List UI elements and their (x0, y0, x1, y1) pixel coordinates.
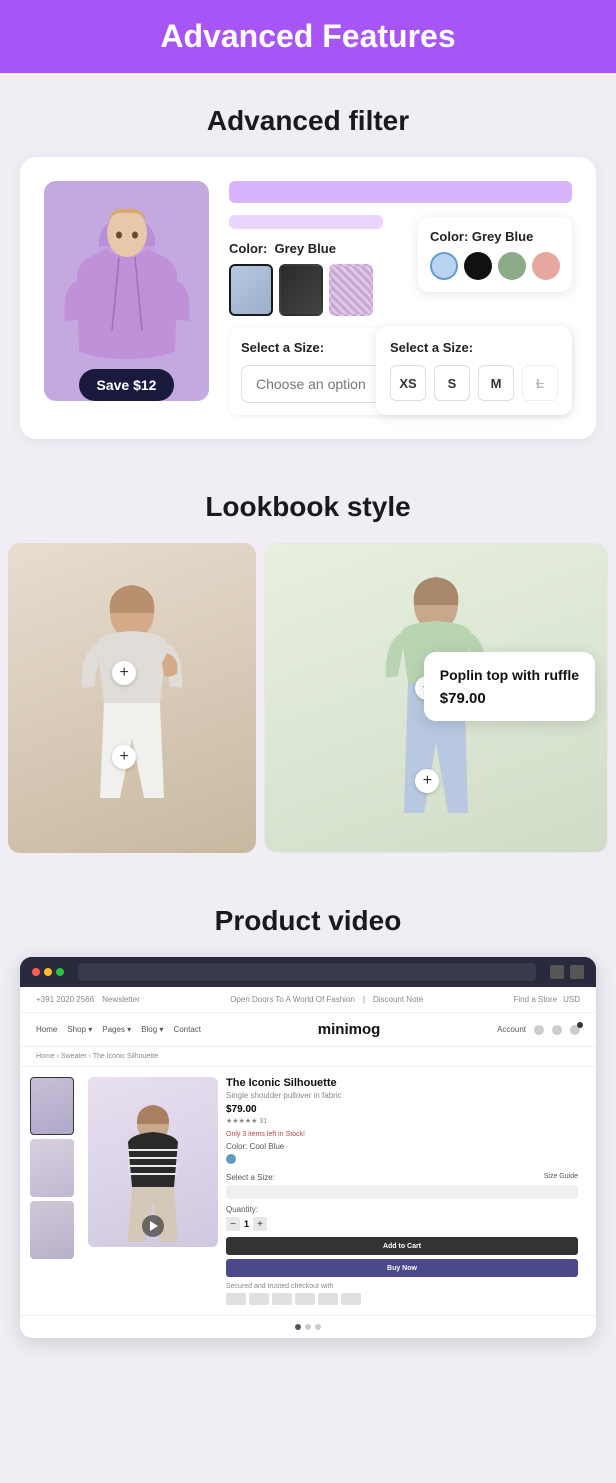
subtitle-placeholder (229, 215, 383, 229)
add-to-cart-btn[interactable]: Add to Cart (226, 1237, 578, 1255)
dot-green (56, 968, 64, 976)
product-image-container: Save $12 (44, 181, 209, 415)
swatch-dark[interactable] (279, 264, 323, 316)
color-dot (226, 1154, 236, 1164)
color-circles-overlay: Color: Grey Blue (418, 217, 572, 292)
plus-dot-2[interactable]: + (112, 745, 136, 769)
save-badge: Save $12 (79, 369, 175, 401)
lookbook-cards: + + + + (0, 543, 616, 853)
thumb-2[interactable] (30, 1139, 74, 1197)
site-nav: +391 2020 2566 Newsletter Open Doors To … (20, 987, 596, 1013)
plus-dot-1[interactable]: + (112, 661, 136, 685)
qty-value: 1 (244, 1219, 249, 1229)
website-content: +391 2020 2566 Newsletter Open Doors To … (20, 987, 596, 1338)
page-header: Advanced Features (0, 0, 616, 73)
image-dots (20, 1315, 596, 1338)
swatch-blue[interactable] (229, 264, 273, 316)
filter-card: Save $12 Color: Grey Blue (20, 157, 596, 439)
page-title: Advanced Features (20, 18, 596, 55)
browser-icons (550, 965, 584, 979)
size-m[interactable]: M (478, 365, 514, 401)
size-l: L (522, 365, 558, 401)
product-video-title: Product video (20, 905, 596, 937)
size-label: Select a Size: (241, 340, 324, 355)
dot-yellow (44, 968, 52, 976)
thumb-3[interactable] (30, 1201, 74, 1259)
size-dropdown-mini[interactable] (226, 1185, 578, 1199)
payment-google (341, 1293, 361, 1305)
size-buttons-overlay: Select a Size: XS S M L (376, 326, 572, 415)
buy-now-btn[interactable]: Buy Now (226, 1259, 578, 1277)
play-triangle (150, 1221, 158, 1231)
browser-icon-more (570, 965, 584, 979)
video-mockup: +391 2020 2566 Newsletter Open Doors To … (20, 957, 596, 1338)
product-reviews: ★★★★★ 31 (226, 1117, 578, 1125)
model-left-svg (32, 558, 232, 838)
lookbook-card-left[interactable]: + + (8, 543, 256, 853)
product-price: $79.00 (226, 1104, 578, 1115)
secure-text: Secured and trusted checkout with (226, 1283, 578, 1290)
qty-row: − 1 + (226, 1217, 578, 1231)
popup-product-name: Poplin top with ruffle (440, 666, 579, 684)
payment-paypal (295, 1293, 315, 1305)
product-info-panel: The Iconic Silhouette Single shoulder pu… (218, 1077, 586, 1305)
lookbook-section: Lookbook style + (0, 491, 616, 873)
size-xs[interactable]: XS (390, 365, 426, 401)
product-name: The Iconic Silhouette (226, 1077, 578, 1089)
qty-label: Quantity: (226, 1205, 578, 1214)
dot-3[interactable] (315, 1324, 321, 1330)
qty-minus[interactable]: − (226, 1217, 240, 1231)
lookbook-title: Lookbook style (0, 491, 616, 523)
dot-1[interactable] (295, 1324, 301, 1330)
payment-visa (226, 1293, 246, 1305)
hoodie-svg (57, 191, 197, 391)
site-nav-main: Home Shop ▾ Pages ▾ Blog ▾ Contact minim… (20, 1013, 596, 1047)
payment-mc (249, 1293, 269, 1305)
site-logo: minimog (318, 1021, 381, 1038)
browser-icon-share (550, 965, 564, 979)
size-buttons: XS S M L (390, 365, 558, 401)
title-placeholder (229, 181, 572, 203)
circle-green[interactable] (498, 252, 526, 280)
stock-label: Only 3 items left in Stock! (226, 1131, 578, 1138)
browser-dots (32, 968, 64, 976)
product-popup: Poplin top with ruffle $79.00 (424, 652, 595, 721)
browser-url (78, 963, 536, 981)
payment-icons (226, 1293, 578, 1305)
lookbook-card-main[interactable]: + + Poplin top with ruffle $79.00 (264, 543, 608, 853)
size-label-mini: Select a Size: Size Guide (226, 1173, 578, 1182)
site-product-area: The Iconic Silhouette Single shoulder pu… (20, 1067, 596, 1315)
circle-blue[interactable] (430, 252, 458, 280)
color-circles (430, 252, 560, 280)
advanced-filter-section: Advanced filter (0, 105, 616, 459)
product-main-image (44, 181, 209, 401)
size-buttons-label: Select a Size: (390, 340, 558, 355)
lookbook-img-left (8, 543, 256, 853)
size-s[interactable]: S (434, 365, 470, 401)
color-label-mini: Color: Cool Blue (226, 1142, 578, 1151)
advanced-filter-title: Advanced filter (20, 105, 596, 137)
dot-2[interactable] (305, 1324, 311, 1330)
product-desc: Single shoulder pullover in fabric (226, 1091, 578, 1100)
product-thumbnails (30, 1077, 80, 1305)
product-main-img (88, 1077, 218, 1247)
product-video-section: Product video +391 2020 2566 Newsletter (0, 905, 616, 1368)
payment-apple (318, 1293, 338, 1305)
circle-pink[interactable] (532, 252, 560, 280)
payment-amex (272, 1293, 292, 1305)
qty-plus[interactable]: + (253, 1217, 267, 1231)
play-button[interactable] (142, 1215, 164, 1237)
browser-bar (20, 957, 596, 987)
popup-price: $79.00 (440, 690, 579, 707)
dot-red (32, 968, 40, 976)
swatch-plaid[interactable] (329, 264, 373, 316)
thumb-1[interactable] (30, 1077, 74, 1135)
circle-black[interactable] (464, 252, 492, 280)
